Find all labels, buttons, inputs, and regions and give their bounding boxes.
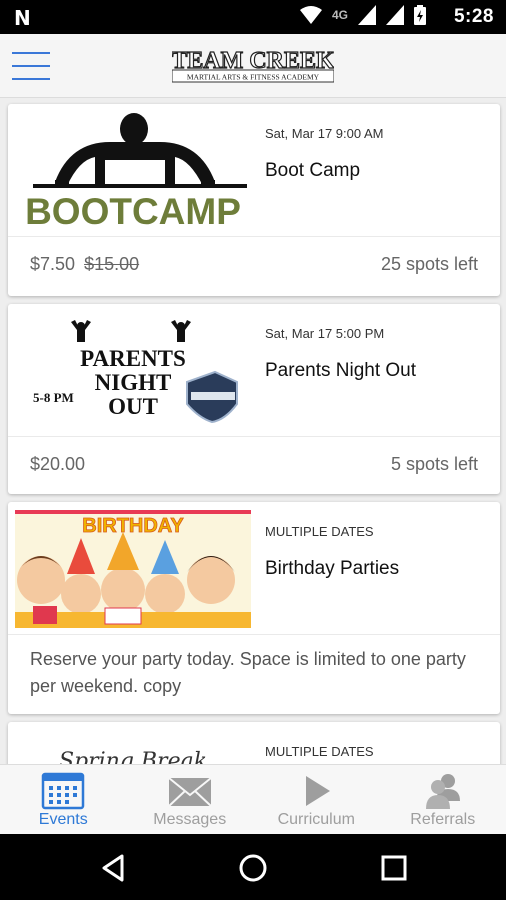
- tab-referrals[interactable]: Referrals: [380, 765, 506, 834]
- card-divider: [8, 436, 500, 437]
- event-date: Sat, Mar 17 5:00 PM: [265, 326, 385, 341]
- original-price: $15.00: [84, 254, 140, 274]
- status-bar: N 4G 5:28: [0, 0, 506, 34]
- svg-text:BIRTHDAY: BIRTHDAY: [82, 515, 184, 537]
- bootcamp-image: BOOTCAMP: [15, 112, 251, 230]
- network-type-label: 4G: [331, 8, 348, 22]
- card-divider: [8, 634, 500, 635]
- signal-icon: [358, 5, 376, 25]
- menu-icon[interactable]: [12, 52, 50, 80]
- event-price: $20.00: [30, 454, 86, 474]
- birthday-image: BIRTHDAY: [15, 510, 251, 628]
- event-title: Parents Night Out: [265, 360, 417, 381]
- team-creek-logo: TEAM CREEK MARTIAL ARTS & FITNESS ACADEM…: [171, 44, 336, 88]
- parents-night-out-image: PARENTS NIGHT OUT 5-8 PM: [15, 312, 251, 430]
- back-icon[interactable]: [98, 852, 130, 884]
- svg-text:PARENTS: PARENTS: [80, 346, 186, 371]
- event-card-boot-camp[interactable]: BOOTCAMP Sat, Mar 17 9:00 AM Boot Camp $…: [8, 104, 500, 296]
- battery-icon: [414, 5, 426, 25]
- event-title: Boot Camp: [265, 160, 361, 181]
- recents-icon[interactable]: [378, 852, 410, 884]
- wifi-icon: [299, 6, 322, 24]
- signal-icon-2: [386, 5, 404, 25]
- tab-label: Messages: [153, 811, 227, 828]
- svg-text:NIGHT: NIGHT: [95, 370, 172, 395]
- event-date: MULTIPLE DATES: [265, 744, 374, 759]
- app-header: TEAM CREEK MARTIAL ARTS & FITNESS ACADEM…: [0, 34, 506, 98]
- tab-messages[interactable]: Messages: [127, 765, 254, 834]
- play-icon: [306, 776, 331, 806]
- event-title: Birthday Parties: [265, 558, 400, 579]
- card-divider: [8, 236, 500, 237]
- event-description: Reserve your party today. Space is limit…: [30, 649, 466, 696]
- spots-left: 5 spots left: [390, 454, 478, 474]
- svg-text:BOOTCAMP: BOOTCAMP: [25, 191, 241, 230]
- spring-break-image: Spring Break: [15, 730, 251, 764]
- svg-text:Spring Break: Spring Break: [59, 749, 207, 764]
- bottom-navigation: Events Messages Curriculum Referrals: [0, 764, 506, 834]
- people-icon: [425, 774, 460, 809]
- event-card-spring-break[interactable]: Spring Break MULTIPLE DATES: [8, 722, 500, 764]
- spots-left: 25 spots left: [380, 254, 478, 274]
- svg-text:MARTIAL ARTS & FITNESS ACADEMY: MARTIAL ARTS & FITNESS ACADEMY: [187, 73, 320, 82]
- event-date: MULTIPLE DATES: [265, 524, 374, 539]
- envelope-icon: [168, 777, 212, 807]
- svg-text:OUT: OUT: [108, 394, 158, 419]
- tab-events[interactable]: Events: [0, 765, 127, 834]
- status-icons: 4G: [299, 5, 426, 25]
- event-price: $7.50 $15.00: [30, 254, 139, 275]
- clock: 5:28: [453, 6, 494, 27]
- svg-text:5-8 PM: 5-8 PM: [33, 390, 74, 405]
- svg-text:TEAM CREEK: TEAM CREEK: [172, 48, 334, 74]
- current-price: $7.50: [30, 254, 76, 274]
- home-icon[interactable]: [237, 852, 269, 884]
- tab-label: Referrals: [410, 811, 476, 828]
- event-date: Sat, Mar 17 9:00 AM: [265, 126, 384, 141]
- calendar-icon: [42, 772, 85, 810]
- event-card-birthday-parties[interactable]: BIRTHDAY MULTIPLE DATES Birthday Parties…: [8, 502, 500, 714]
- tab-curriculum[interactable]: Curriculum: [253, 765, 380, 834]
- tab-label: Events: [38, 811, 88, 828]
- events-list[interactable]: BOOTCAMP Sat, Mar 17 9:00 AM Boot Camp $…: [0, 98, 506, 764]
- tab-label: Curriculum: [277, 811, 355, 828]
- notification-icon: N: [14, 6, 31, 30]
- system-navigation-bar: [0, 834, 506, 900]
- event-card-parents-night-out[interactable]: PARENTS NIGHT OUT 5-8 PM Sat, Mar 17 5:0…: [8, 304, 500, 494]
